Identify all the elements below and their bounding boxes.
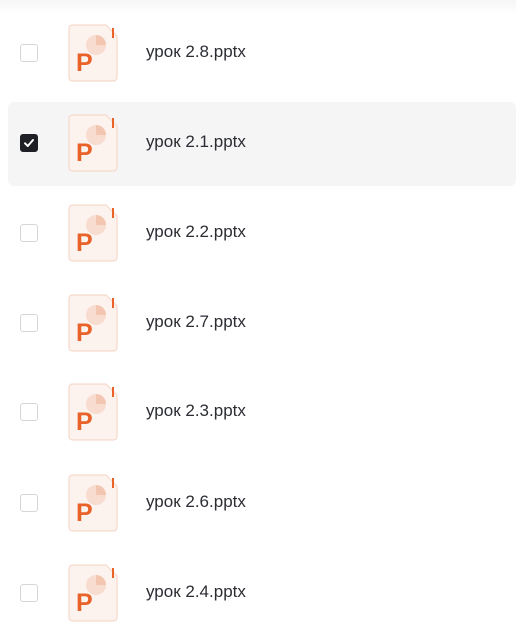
powerpoint-file-icon: P xyxy=(68,564,118,622)
file-row[interactable]: P урок 2.1.pptx xyxy=(8,102,516,186)
file-corner-mark xyxy=(112,208,114,218)
file-corner-mark xyxy=(112,28,114,38)
powerpoint-file-icon: P xyxy=(68,114,118,172)
file-corner-mark xyxy=(112,478,114,488)
file-checkbox[interactable] xyxy=(20,403,38,421)
powerpoint-file-icon: P xyxy=(68,383,118,441)
powerpoint-letter: P xyxy=(76,229,93,257)
file-corner-mark xyxy=(112,298,114,308)
file-name: урок 2.8.pptx xyxy=(146,42,246,61)
file-corner-mark xyxy=(112,387,114,397)
powerpoint-letter: P xyxy=(76,49,93,77)
checkmark-icon xyxy=(24,139,34,147)
file-row[interactable]: P урок 2.7.pptx xyxy=(8,282,516,366)
file-checkbox[interactable] xyxy=(20,584,38,602)
file-name: урок 2.1.pptx xyxy=(146,132,246,151)
file-name: урок 2.7.pptx xyxy=(146,312,246,331)
powerpoint-letter: P xyxy=(76,319,93,347)
file-name: урок 2.4.pptx xyxy=(146,582,246,601)
file-checkbox[interactable] xyxy=(20,134,38,152)
file-name: урок 2.3.pptx xyxy=(146,401,246,420)
file-name: урок 2.2.pptx xyxy=(146,222,246,241)
powerpoint-letter: P xyxy=(76,589,93,617)
powerpoint-file-icon: P xyxy=(68,204,118,262)
powerpoint-letter: P xyxy=(76,408,93,436)
file-row[interactable]: P урок 2.8.pptx xyxy=(8,12,516,96)
powerpoint-letter: P xyxy=(76,499,93,527)
file-name: урок 2.6.pptx xyxy=(146,492,246,511)
powerpoint-file-icon: P xyxy=(68,294,118,352)
file-checkbox[interactable] xyxy=(20,494,38,512)
file-row[interactable]: P урок 2.3.pptx xyxy=(8,371,516,455)
powerpoint-letter: P xyxy=(76,139,93,167)
file-corner-mark xyxy=(112,568,114,578)
file-row[interactable]: P урок 2.4.pptx xyxy=(8,552,516,636)
file-row[interactable]: P урок 2.2.pptx xyxy=(8,192,516,276)
file-row[interactable]: P урок 2.6.pptx xyxy=(8,462,516,546)
file-checkbox[interactable] xyxy=(20,224,38,242)
file-checkbox[interactable] xyxy=(20,44,38,62)
file-checkbox[interactable] xyxy=(20,314,38,332)
powerpoint-file-icon: P xyxy=(68,474,118,532)
powerpoint-file-icon: P xyxy=(68,24,118,82)
file-corner-mark xyxy=(112,118,114,128)
file-list: P урок 2.8.pptx P урок 2.1.pptx P урок 2… xyxy=(0,0,516,639)
